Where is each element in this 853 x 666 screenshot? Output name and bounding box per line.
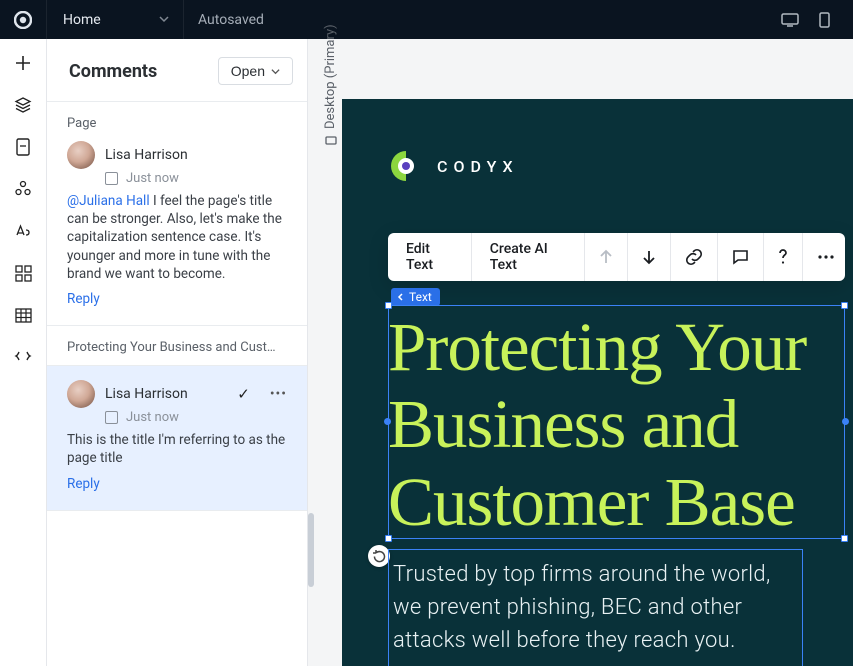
thread-context: Protecting Your Business and Cust… — [67, 340, 287, 355]
resolve-checkbox[interactable] — [105, 411, 118, 424]
comment-icon[interactable] — [718, 233, 764, 281]
resize-handle[interactable] — [384, 418, 391, 425]
resize-handle[interactable] — [841, 302, 848, 309]
save-status: Autosaved — [184, 12, 264, 28]
resize-handle[interactable] — [842, 418, 849, 425]
hero-subtitle-box[interactable]: Trusted by top firms around the world, w… — [388, 549, 803, 666]
scrollbar-thumb[interactable] — [308, 513, 314, 587]
link-icon[interactable] — [671, 233, 718, 281]
chevron-down-icon — [271, 67, 280, 76]
create-ai-text-button[interactable]: Create AI Text — [472, 233, 585, 281]
edit-text-button[interactable]: Edit Text — [388, 233, 472, 281]
table-icon[interactable] — [13, 305, 33, 325]
reply-button[interactable]: Reply — [67, 291, 100, 307]
brand: CODYX — [342, 99, 853, 183]
help-icon[interactable] — [764, 233, 803, 281]
page-canvas[interactable]: CODYX Edit Text Create AI Text Text Prot… — [342, 99, 853, 666]
reply-button[interactable]: Reply — [67, 476, 100, 492]
revert-icon[interactable] — [368, 545, 390, 567]
circles-icon[interactable] — [13, 179, 33, 199]
code-icon[interactable] — [13, 347, 33, 367]
comment-author: Lisa Harrison — [105, 147, 188, 163]
chevron-down-icon — [159, 12, 169, 28]
hero-subtitle-text[interactable]: Trusted by top firms around the world, w… — [393, 558, 792, 657]
comment-thread[interactable]: Protecting Your Business and Cust… — [47, 326, 307, 366]
comment-body: This is the title I'm referring to as th… — [67, 431, 287, 467]
filter-label: Open — [231, 63, 265, 79]
typography-icon[interactable] — [13, 221, 33, 241]
resolve-checkbox[interactable] — [105, 172, 118, 185]
comment-time: Just now — [126, 171, 179, 186]
layers-icon[interactable] — [13, 95, 33, 115]
grid-icon[interactable] — [13, 263, 33, 283]
mobile-view-icon[interactable] — [809, 5, 839, 35]
avatar — [67, 380, 95, 408]
mention[interactable]: @Juliana Hall — [67, 193, 150, 209]
comment-author: Lisa Harrison — [105, 386, 188, 402]
resize-handle[interactable] — [385, 302, 392, 309]
nav-home-dropdown[interactable]: Home — [47, 0, 184, 39]
comment-time: Just now — [126, 410, 179, 425]
comments-panel: Comments Open Page Lisa Harrison Just no… — [47, 39, 308, 666]
resize-handle[interactable] — [841, 535, 848, 542]
more-icon[interactable]: ••• — [270, 386, 287, 402]
brand-mark-icon — [389, 149, 423, 183]
comment-thread-selected[interactable]: Lisa Harrison ✓ ••• Just now This is the… — [47, 366, 307, 510]
viewport-label[interactable]: Desktop (Primary) — [323, 24, 338, 147]
thread-context: Page — [67, 116, 287, 131]
comment-thread[interactable]: Page Lisa Harrison Just now @Juliana Hal… — [47, 102, 307, 326]
add-icon[interactable] — [13, 53, 33, 73]
resolve-icon[interactable]: ✓ — [237, 385, 250, 403]
text-toolbar: Edit Text Create AI Text — [388, 233, 845, 281]
chevron-left-icon — [397, 293, 405, 301]
desktop-view-icon[interactable] — [775, 5, 805, 35]
app-logo[interactable] — [0, 0, 47, 39]
tool-rail — [0, 39, 47, 666]
filter-dropdown[interactable]: Open — [218, 57, 293, 85]
page-icon[interactable] — [13, 137, 33, 157]
avatar — [67, 141, 95, 169]
brand-name: CODYX — [437, 157, 519, 176]
selection-box[interactable] — [388, 305, 845, 539]
selection-type-chip[interactable]: Text — [391, 288, 440, 306]
resize-handle[interactable] — [385, 535, 392, 542]
more-icon[interactable] — [803, 233, 845, 281]
arrow-down-icon[interactable] — [628, 233, 671, 281]
comments-title: Comments — [69, 61, 157, 82]
top-bar: Home Autosaved — [0, 0, 853, 39]
nav-home-label: Home — [63, 12, 101, 28]
canvas-area: Desktop (Primary) CODYX Edit Text Create… — [308, 39, 853, 666]
comment-body: @Juliana Hall I feel the page's title ca… — [67, 192, 287, 283]
arrow-up-icon[interactable] — [585, 233, 628, 281]
